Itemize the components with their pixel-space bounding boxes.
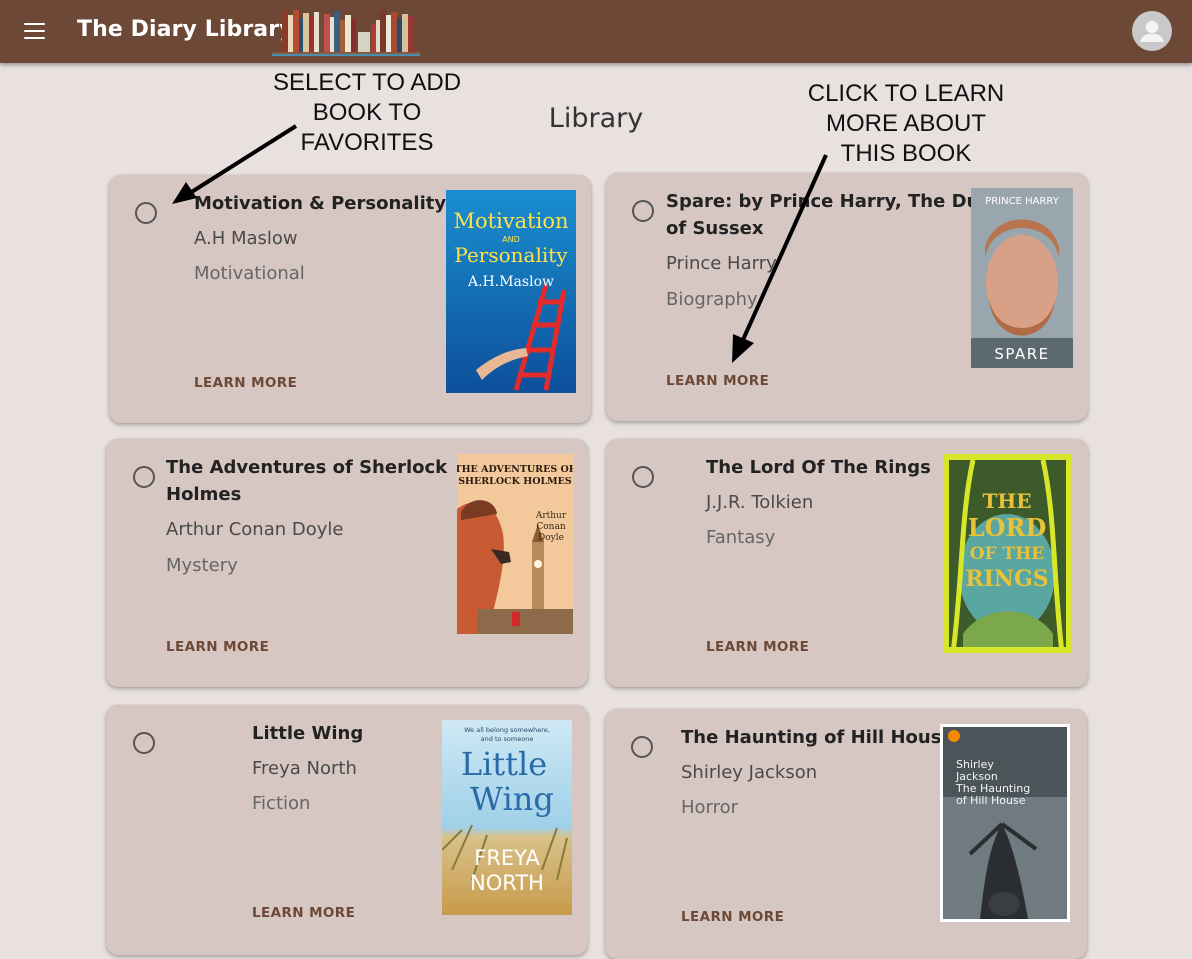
book-card: The Lord Of The Rings J.J.R. Tolkien Fan…	[606, 439, 1088, 687]
book-cover[interactable]: We all belong somewhere, and to someone …	[442, 720, 572, 915]
favorite-radio[interactable]	[632, 200, 654, 222]
learn-more-button[interactable]: LEARN MORE	[681, 909, 784, 925]
svg-text:NORTH: NORTH	[470, 871, 544, 895]
favorite-radio[interactable]	[133, 732, 155, 754]
book-cover[interactable]: PRINCE HARRY SPARE	[971, 188, 1073, 368]
svg-text:We all belong somewhere,: We all belong somewhere,	[464, 726, 550, 734]
annotation-line: FAVORITES	[300, 129, 434, 156]
learn-more-button[interactable]: LEARN MORE	[166, 639, 269, 655]
annotation-line: SELECT TO ADD	[272, 69, 462, 96]
person-icon	[1140, 20, 1164, 42]
annotation-line: BOOK TO	[312, 99, 422, 126]
svg-text:THE: THE	[982, 489, 1031, 513]
book-cover[interactable]: Shirley Jackson The Haunting of Hill Hou…	[940, 724, 1070, 922]
book-genre: Fantasy	[706, 527, 776, 548]
svg-text:OF THE: OF THE	[970, 544, 1045, 564]
book-card: The Haunting of Hill House Shirley Jacks…	[605, 709, 1087, 959]
annotation-learn-more: CLICK TO LEARN MORE ABOUT THIS BOOK	[791, 79, 1021, 169]
svg-text:FREYA: FREYA	[474, 846, 540, 870]
app-title: The Diary Library	[77, 17, 294, 42]
book-title: Little Wing	[252, 720, 363, 747]
svg-text:Arthur: Arthur	[535, 511, 567, 521]
annotation-line: THIS BOOK	[840, 140, 972, 167]
svg-text:A.H.Maslow: A.H.Maslow	[467, 274, 554, 290]
book-title-line: Spare: by Prince Harry, The Duke	[666, 191, 1004, 212]
book-cover[interactable]: THE ADVENTURES OF SHERLOCK HOLMES Arthur…	[457, 454, 573, 634]
book-title-line: Motivation & Personality	[194, 193, 447, 214]
book-cover[interactable]: Motivation AND Personality A.H.Maslow	[446, 190, 576, 393]
book-title: The Lord Of The Rings	[706, 454, 931, 481]
book-title-line: Little Wing	[252, 723, 364, 744]
book-genre: Horror	[681, 797, 739, 818]
book-title-line: Holmes	[166, 484, 242, 505]
svg-text:PRINCE HARRY: PRINCE HARRY	[985, 196, 1060, 207]
svg-text:Wing: Wing	[470, 780, 554, 818]
book-title: Motivation & Personality	[194, 190, 446, 217]
svg-text:Conan: Conan	[536, 522, 565, 532]
book-title: The Haunting of Hill House	[681, 724, 954, 751]
book-author: Shirley Jackson	[681, 762, 818, 783]
book-title: The Adventures of Sherlock Holmes	[166, 454, 447, 508]
bookshelf-logo-icon	[270, 6, 422, 56]
svg-text:Doyle: Doyle	[538, 533, 564, 543]
favorite-radio[interactable]	[631, 736, 653, 758]
book-author: Arthur Conan Doyle	[166, 519, 344, 540]
svg-text:THE ADVENTURES OF: THE ADVENTURES OF	[457, 464, 573, 475]
svg-text:and to someone: and to someone	[481, 735, 534, 743]
svg-text:Personality: Personality	[454, 243, 568, 267]
svg-text:RINGS: RINGS	[965, 566, 1048, 592]
book-author: A.H Maslow	[194, 228, 298, 249]
book-genre: Motivational	[194, 263, 305, 284]
book-card: The Adventures of Sherlock Holmes Arthur…	[106, 439, 588, 687]
book-title-line: The Adventures of Sherlock	[166, 457, 448, 478]
book-card: Motivation & Personality A.H Maslow Moti…	[109, 175, 591, 423]
svg-text:SHERLOCK HOLMES: SHERLOCK HOLMES	[458, 476, 572, 487]
svg-text:SPARE: SPARE	[994, 345, 1049, 363]
account-avatar[interactable]	[1132, 11, 1172, 51]
book-author: J.J.R. Tolkien	[706, 492, 814, 513]
svg-text:Motivation: Motivation	[453, 209, 568, 233]
svg-text:of Hill House: of Hill House	[956, 794, 1026, 807]
learn-more-button[interactable]: LEARN MORE	[252, 905, 355, 921]
book-title: Spare: by Prince Harry, The Duke of Suss…	[666, 188, 1003, 242]
favorite-radio[interactable]	[135, 202, 157, 224]
book-title-line: of Sussex	[666, 218, 764, 239]
learn-more-button[interactable]: LEARN MORE	[666, 373, 769, 389]
book-cover[interactable]: THE LORD OF THE RINGS	[943, 454, 1072, 653]
book-card: Spare: by Prince Harry, The Duke of Suss…	[606, 173, 1088, 421]
annotation-line: CLICK TO LEARN	[807, 80, 1005, 107]
book-genre: Fiction	[252, 793, 311, 814]
book-author: Prince Harry	[666, 253, 777, 274]
book-title-line: The Lord Of The Rings	[706, 457, 931, 478]
learn-more-button[interactable]: LEARN MORE	[706, 639, 809, 655]
book-genre: Mystery	[166, 555, 238, 576]
book-genre: Biography	[666, 289, 758, 310]
svg-text:LORD: LORD	[968, 513, 1047, 542]
book-title-line: The Haunting of Hill House	[681, 727, 954, 748]
book-card: Little Wing Freya North Fiction LEARN MO…	[106, 705, 588, 955]
menu-icon[interactable]	[24, 23, 45, 40]
app-bar: The Diary Library	[0, 0, 1192, 63]
learn-more-button[interactable]: LEARN MORE	[194, 375, 297, 391]
svg-text:Little: Little	[461, 745, 547, 783]
favorite-radio[interactable]	[133, 466, 155, 488]
annotation-select-favorites: SELECT TO ADD BOOK TO FAVORITES	[257, 68, 477, 158]
book-author: Freya North	[252, 758, 357, 779]
favorite-radio[interactable]	[632, 466, 654, 488]
annotation-line: MORE ABOUT	[825, 110, 987, 137]
